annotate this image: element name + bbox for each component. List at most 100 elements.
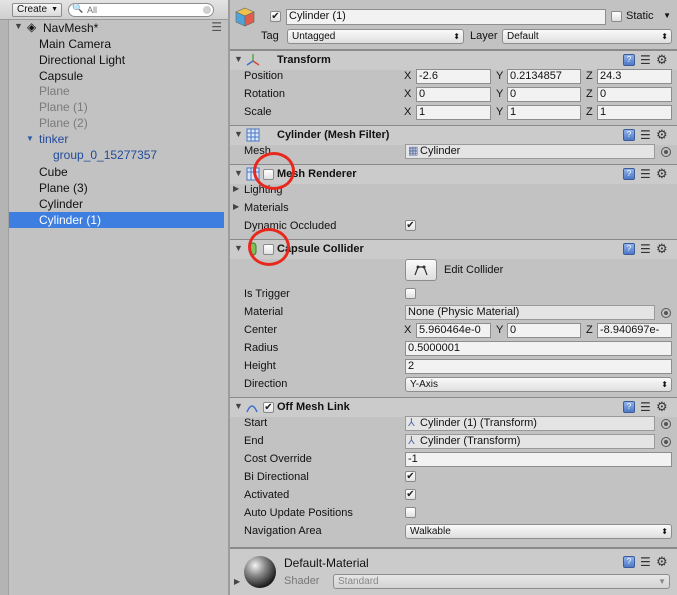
axis-z-label: Z: [586, 88, 593, 100]
gear-icon[interactable]: ⚙: [656, 399, 668, 415]
center-x-field[interactable]: 5.960464e-0: [416, 323, 491, 338]
hierarchy-search[interactable]: 🔍: [68, 3, 214, 17]
scene-menu-icon[interactable]: ☰: [211, 20, 222, 34]
material-section[interactable]: ▶ Default-Material Shader Standard ▼ ? ☰ …: [230, 547, 677, 595]
help-book-icon[interactable]: ?: [623, 401, 635, 413]
activated-checkbox[interactable]: [405, 489, 416, 500]
help-book-icon[interactable]: ?: [623, 168, 635, 180]
fold-triangle-icon[interactable]: ▼: [234, 401, 243, 411]
fold-triangle-icon[interactable]: ▼: [234, 168, 243, 178]
static-label: Static: [626, 10, 654, 22]
mesh-object-field[interactable]: ▦ Cylinder: [405, 144, 655, 159]
off-mesh-link-enabled-checkbox[interactable]: [263, 402, 274, 413]
hierarchy-item-plane-1[interactable]: Plane (1): [9, 99, 224, 115]
radius-field[interactable]: 0.5000001: [405, 341, 672, 356]
chevron-down-icon: ▼: [663, 11, 671, 20]
object-picker-icon[interactable]: [661, 437, 671, 447]
static-dropdown[interactable]: ▼: [662, 9, 674, 24]
fold-triangle-icon[interactable]: ▶: [233, 184, 239, 193]
hierarchy-item-cube[interactable]: Cube: [9, 164, 224, 180]
material-label: Material: [244, 306, 284, 318]
expand-triangle-icon[interactable]: ▼: [14, 21, 23, 31]
hierarchy-item-tinker[interactable]: ▼ tinker: [9, 131, 224, 147]
hierarchy-item-cylinder[interactable]: Cylinder: [9, 196, 224, 212]
auto-update-positions-checkbox[interactable]: [405, 507, 416, 518]
preset-sliders-icon[interactable]: ☰: [640, 167, 651, 181]
shader-dropdown[interactable]: Standard ▼: [333, 574, 670, 589]
capsule-collider-header[interactable]: ▼ Capsule Collider ? ☰ ⚙: [230, 239, 677, 259]
unity-scene-icon: ◈: [27, 20, 37, 34]
dynamic-occluded-checkbox[interactable]: [405, 220, 416, 231]
preset-sliders-icon[interactable]: ☰: [640, 400, 651, 414]
fold-triangle-icon[interactable]: ▼: [234, 54, 243, 64]
hierarchy-item-plane-2[interactable]: Plane (2): [9, 115, 224, 131]
scale-z-field[interactable]: 1: [597, 105, 672, 120]
cost-override-field[interactable]: -1: [405, 452, 672, 467]
end-object-field[interactable]: ⅄ Cylinder (Transform): [405, 434, 655, 449]
static-checkbox[interactable]: [611, 11, 622, 22]
gear-icon[interactable]: ⚙: [656, 554, 668, 570]
object-picker-icon[interactable]: [661, 308, 671, 318]
edit-collider-button[interactable]: [405, 259, 437, 281]
hierarchy-item-main-camera[interactable]: Main Camera: [9, 36, 224, 52]
create-dropdown-button[interactable]: Create ▼: [12, 3, 62, 17]
help-book-icon[interactable]: ?: [623, 129, 635, 141]
mesh-filter-header[interactable]: ▼ Cylinder (Mesh Filter) ? ☰ ⚙: [230, 125, 677, 145]
position-y-field[interactable]: 0.2134857: [507, 69, 581, 84]
updown-arrow-icon: ⬍: [661, 32, 668, 41]
gear-icon[interactable]: ⚙: [656, 52, 668, 68]
is-trigger-checkbox[interactable]: [405, 288, 416, 299]
hierarchy-item-capsule[interactable]: Capsule: [9, 68, 224, 84]
scene-row[interactable]: ▼ ◈ NavMesh* ☰: [9, 20, 228, 36]
direction-dropdown[interactable]: Y-Axis ⬍: [405, 377, 672, 392]
axis-z-label: Z: [586, 70, 593, 82]
hierarchy-item-directional-light[interactable]: Directional Light: [9, 52, 224, 68]
rotation-x-field[interactable]: 0: [416, 87, 491, 102]
hierarchy-item-plane[interactable]: Plane: [9, 83, 224, 99]
off-mesh-link-header[interactable]: ▼ Off Mesh Link ? ☰ ⚙: [230, 397, 677, 417]
position-x-field[interactable]: -2.6: [416, 69, 491, 84]
expand-triangle-icon[interactable]: ▼: [26, 131, 34, 147]
hierarchy-item-cylinder-1-selected[interactable]: Cylinder (1): [9, 212, 224, 228]
center-z-field[interactable]: -8.940697e-: [597, 323, 672, 338]
preset-sliders-icon[interactable]: ☰: [640, 128, 651, 142]
fold-triangle-icon[interactable]: ▼: [234, 129, 243, 139]
height-field[interactable]: 2: [405, 359, 672, 374]
help-book-icon[interactable]: ?: [623, 54, 635, 66]
navigation-area-dropdown[interactable]: Walkable ⬍: [405, 524, 672, 539]
preset-sliders-icon[interactable]: ☰: [640, 53, 651, 67]
fold-triangle-icon[interactable]: ▼: [234, 243, 243, 253]
axis-z-label: Z: [586, 106, 593, 118]
object-picker-icon[interactable]: [661, 419, 671, 429]
tag-dropdown[interactable]: Untagged ⬍: [287, 29, 464, 44]
preset-sliders-icon[interactable]: ☰: [640, 242, 651, 256]
object-picker-icon[interactable]: [661, 147, 671, 157]
help-book-icon[interactable]: ?: [623, 556, 635, 568]
object-name-field[interactable]: Cylinder (1): [286, 9, 606, 25]
physic-material-field[interactable]: None (Physic Material): [405, 305, 655, 320]
bi-directional-checkbox[interactable]: [405, 471, 416, 482]
position-z-field[interactable]: 24.3: [597, 69, 672, 84]
hierarchy-item-group[interactable]: group_0_15277357: [9, 147, 224, 163]
hierarchy-item-plane-3[interactable]: Plane (3): [9, 180, 224, 196]
fold-triangle-icon[interactable]: ▶: [234, 577, 240, 586]
mesh-renderer-header[interactable]: ▼ Mesh Renderer ? ☰ ⚙: [230, 164, 677, 184]
transform-header[interactable]: ▼ Transform ? ☰ ⚙: [230, 50, 677, 70]
center-y-field[interactable]: 0: [507, 323, 581, 338]
scale-x-field[interactable]: 1: [416, 105, 491, 120]
help-book-icon[interactable]: ?: [623, 243, 635, 255]
fold-triangle-icon[interactable]: ▶: [233, 202, 239, 211]
materials-foldout[interactable]: Materials: [244, 202, 289, 214]
layer-dropdown[interactable]: Default ⬍: [502, 29, 672, 44]
preset-sliders-icon[interactable]: ☰: [640, 555, 651, 569]
start-object-field[interactable]: ⅄ Cylinder (1) (Transform): [405, 416, 655, 431]
gear-icon[interactable]: ⚙: [656, 166, 668, 182]
clear-search-icon[interactable]: [203, 6, 211, 14]
rotation-z-field[interactable]: 0: [597, 87, 672, 102]
rotation-y-field[interactable]: 0: [507, 87, 581, 102]
scale-y-field[interactable]: 1: [507, 105, 581, 120]
gear-icon[interactable]: ⚙: [656, 127, 668, 143]
search-input[interactable]: [87, 4, 197, 16]
object-active-checkbox[interactable]: [270, 11, 281, 22]
gear-icon[interactable]: ⚙: [656, 241, 668, 257]
